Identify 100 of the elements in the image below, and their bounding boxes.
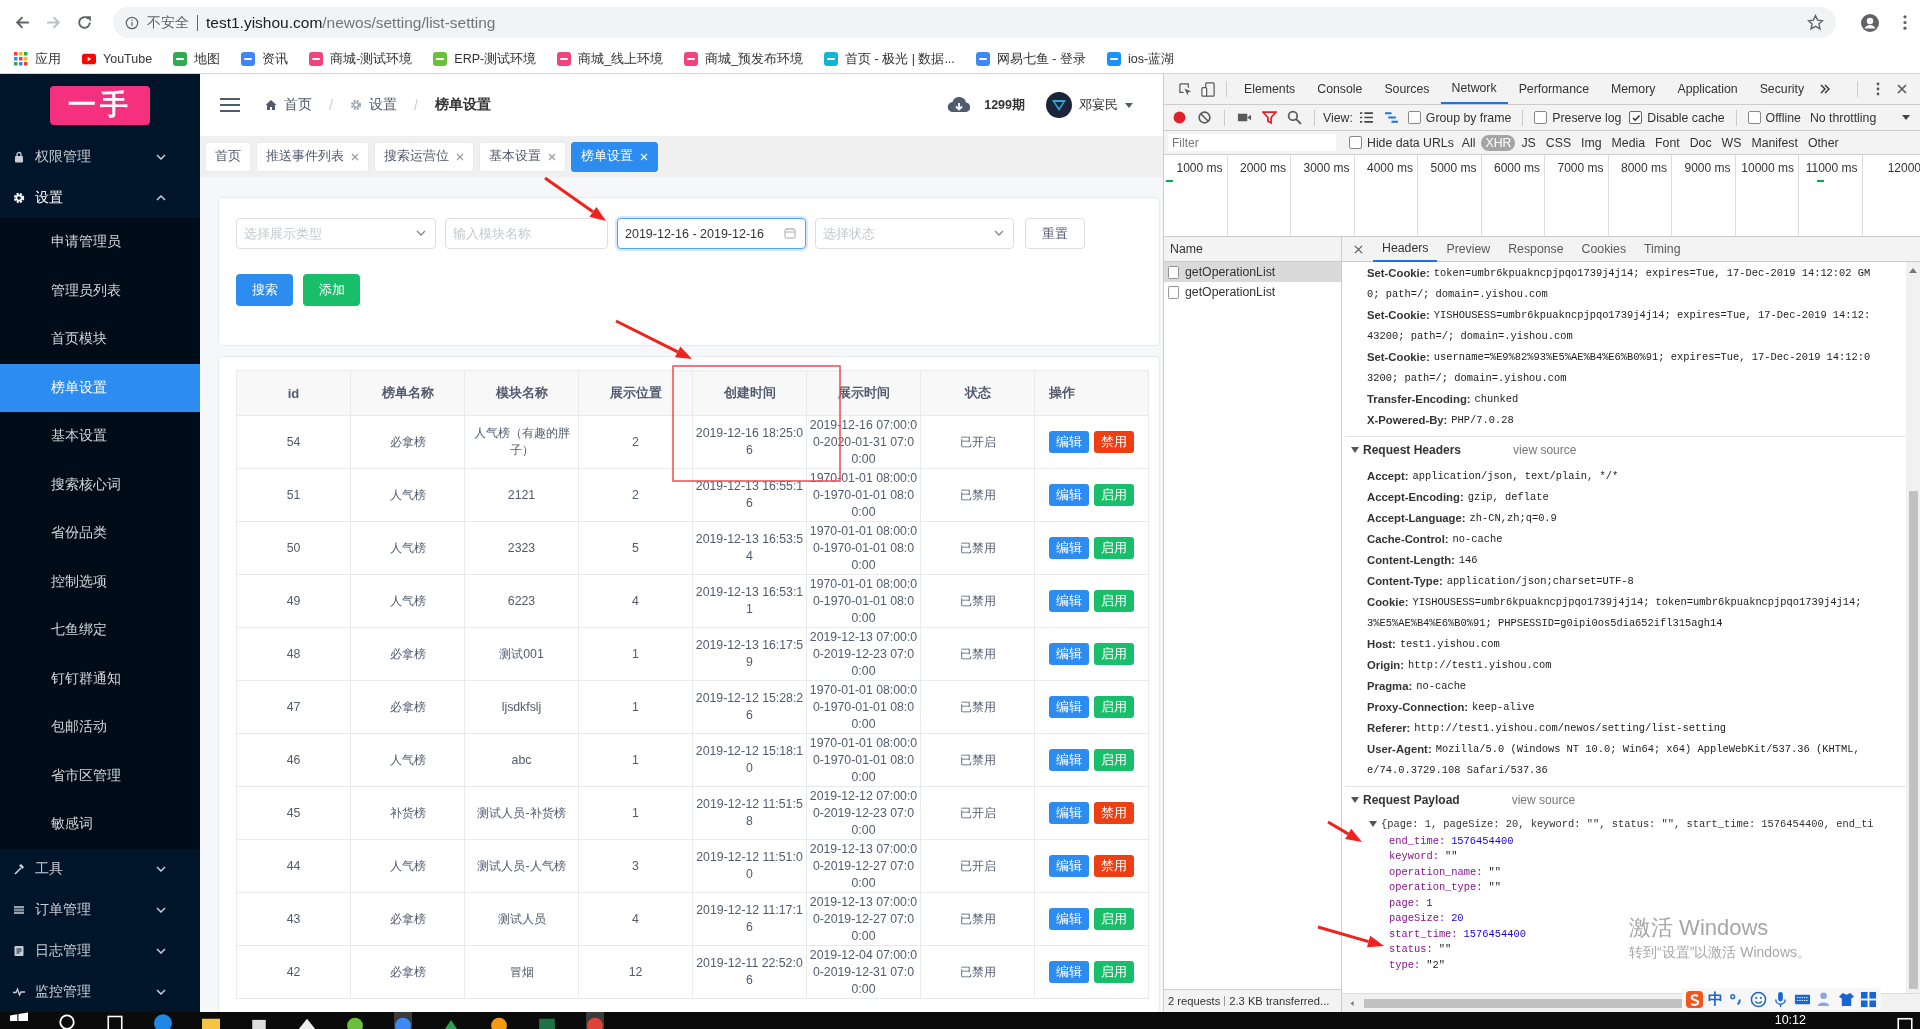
more-icon[interactable] — [1876, 82, 1880, 96]
caret-down-icon[interactable] — [1351, 796, 1359, 804]
panel-tab[interactable]: Performance — [1507, 74, 1601, 104]
menu-item[interactable]: 敏感词 — [0, 800, 200, 849]
menu-item[interactable]: 管理员列表 — [0, 266, 200, 315]
filter-icon[interactable] — [1262, 110, 1277, 125]
menu-item[interactable]: 首页模块 — [0, 315, 200, 364]
menu-item[interactable]: 控制选项 — [0, 557, 200, 606]
ime-mode[interactable]: 中 — [1708, 989, 1723, 1009]
more-tabs-icon[interactable] — [1819, 83, 1832, 95]
checkbox-label[interactable]: Preserve log — [1552, 110, 1622, 125]
type-filter[interactable]: Font — [1651, 134, 1684, 151]
checkbox[interactable] — [1407, 111, 1421, 124]
menu-group[interactable]: 工具 — [0, 848, 200, 890]
bookmark[interactable]: 商城_线上环境 — [557, 50, 664, 68]
checkbox[interactable] — [1629, 111, 1643, 124]
bookmark[interactable]: ERP-测试环境 — [433, 50, 537, 68]
request-row[interactable]: getOperationList — [1164, 282, 1341, 302]
profile-icon[interactable] — [1860, 12, 1880, 33]
type-filter[interactable]: JS — [1517, 134, 1540, 151]
type-filter[interactable]: WS — [1717, 134, 1746, 151]
inspect-icon[interactable] — [1178, 81, 1193, 97]
type-filter[interactable]: CSS — [1541, 134, 1576, 151]
throttling-select[interactable]: No throttling — [1809, 110, 1877, 125]
avatar-icon[interactable] — [1046, 92, 1072, 118]
panel-tab[interactable]: Elements — [1233, 74, 1307, 104]
disable-button[interactable]: 禁用 — [1094, 802, 1134, 824]
user-name[interactable]: 邓宴民 — [1079, 96, 1118, 114]
checkbox[interactable] — [1349, 136, 1362, 149]
menu-item[interactable]: 省份品类 — [0, 509, 200, 558]
clock[interactable]: 10:12 — [1774, 1012, 1806, 1028]
info-icon[interactable] — [125, 15, 139, 30]
bookmark[interactable]: YouTube — [82, 52, 153, 66]
bookmark[interactable]: 商城-测试环境 — [309, 50, 413, 68]
menu-item[interactable]: 七鱼绑定 — [0, 606, 200, 655]
disable-button[interactable]: 禁用 — [1094, 431, 1134, 453]
panel-tab[interactable]: Security — [1748, 74, 1816, 104]
back-icon[interactable] — [14, 14, 31, 31]
reset-button[interactable]: 重置 — [1025, 218, 1085, 249]
shirt-icon[interactable] — [1838, 990, 1855, 1008]
star-icon[interactable] — [1807, 14, 1824, 31]
logo[interactable]: 一手 — [50, 85, 150, 125]
close-icon[interactable] — [351, 152, 359, 161]
search-icon[interactable] — [1287, 110, 1302, 125]
close-icon[interactable] — [1354, 244, 1363, 254]
type-filter[interactable]: All — [1457, 134, 1480, 151]
bookmark[interactable]: 首页 - 极光 | 数据... — [824, 50, 955, 68]
bookmark[interactable]: 网易七鱼 - 登录 — [975, 50, 1086, 68]
menu-icon[interactable] — [1902, 14, 1908, 31]
panel-tab[interactable]: Sources — [1373, 74, 1441, 104]
menu-item[interactable]: 搜索核心词 — [0, 460, 200, 509]
caret-down-icon[interactable] — [1902, 115, 1910, 120]
close-icon[interactable] — [548, 152, 556, 161]
date-range-field[interactable]: 2019-12-16 - 2019-12-16 — [617, 218, 806, 249]
menu-group[interactable]: 设置 — [0, 177, 200, 218]
detail-tab[interactable]: Preview — [1437, 236, 1500, 262]
detail-tab[interactable]: Response — [1499, 236, 1573, 262]
menu-item[interactable]: 包邮活动 — [0, 703, 200, 752]
caret-down-icon[interactable] — [1369, 820, 1377, 828]
section-title[interactable]: Request Headers — [1363, 443, 1462, 457]
scroll-up-icon[interactable] — [1909, 268, 1917, 273]
menu-item[interactable]: 省市区管理 — [0, 751, 200, 800]
menu-group[interactable]: 日志管理 — [0, 930, 200, 972]
view-source-link[interactable]: view source — [1511, 793, 1576, 807]
bookmark[interactable]: ios-蓝湖 — [1106, 50, 1175, 68]
page-tab[interactable]: 首页 — [205, 141, 251, 172]
checkbox-label[interactable]: Disable cache — [1647, 110, 1725, 125]
type-filter[interactable]: Manifest — [1747, 134, 1802, 151]
request-row[interactable]: getOperationList — [1164, 262, 1341, 282]
ime-logo-icon[interactable] — [1686, 990, 1703, 1008]
detail-tab[interactable]: Timing — [1635, 236, 1690, 262]
bookmark[interactable]: 商城_预发布环境 — [684, 50, 804, 68]
checkbox[interactable] — [1534, 111, 1548, 124]
cloud-download-icon[interactable] — [947, 97, 972, 113]
search-icon[interactable] — [58, 1012, 76, 1029]
breadcrumb-item[interactable]: 设置 — [368, 96, 397, 114]
menu-item[interactable]: 基本设置 — [0, 412, 200, 461]
microphone-icon[interactable] — [1772, 990, 1789, 1008]
menu-group[interactable]: 订单管理 — [0, 889, 200, 931]
caret-down-icon[interactable] — [1125, 102, 1133, 108]
section-title[interactable]: Request Payload — [1363, 793, 1460, 807]
close-icon[interactable] — [456, 152, 464, 161]
filter-field[interactable]: Filter — [1168, 134, 1336, 151]
checkbox-label[interactable]: Offline — [1765, 110, 1801, 125]
menu-item[interactable]: 钉钉群通知 — [0, 654, 200, 703]
clear-icon[interactable] — [1197, 110, 1212, 125]
menu-icon[interactable] — [220, 97, 240, 113]
page-tab[interactable]: 基本设置 — [479, 141, 566, 172]
checkbox-label[interactable]: Group by frame — [1425, 110, 1512, 125]
breadcrumb-item[interactable]: 首页 — [284, 96, 312, 114]
type-filter[interactable]: Doc — [1685, 134, 1716, 151]
menu-group[interactable]: 权限管理 — [0, 136, 200, 177]
panel-tab[interactable]: Console — [1306, 74, 1374, 104]
checkbox[interactable] — [1747, 111, 1761, 124]
address-bar[interactable]: 不安全 test1.yishou.com/newos/setting/list-setting — [113, 7, 1836, 38]
device-icon[interactable] — [1201, 81, 1216, 97]
panel-tab[interactable]: Application — [1666, 74, 1749, 104]
bookmark[interactable]: 应用 — [14, 50, 61, 68]
detail-tab[interactable]: Cookies — [1572, 236, 1636, 262]
caret-down-icon[interactable] — [1351, 446, 1359, 454]
